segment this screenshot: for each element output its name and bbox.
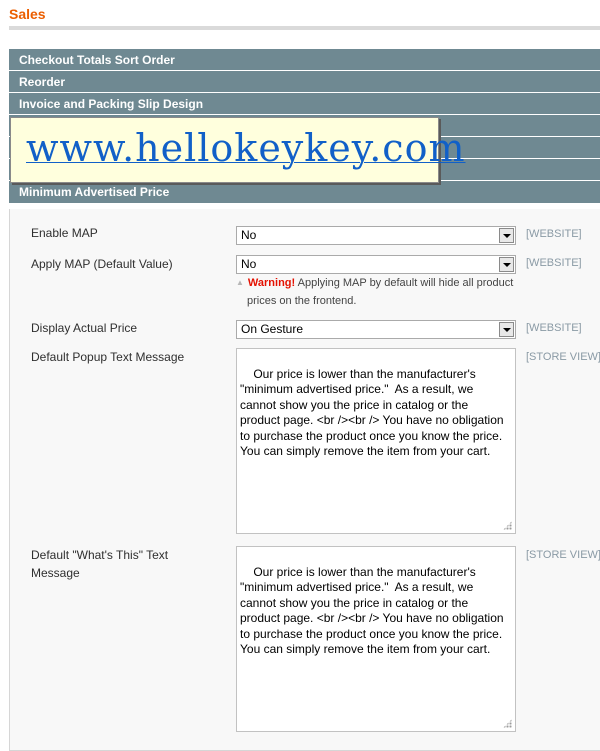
popup-text-label: Default Popup Text Message	[31, 350, 185, 364]
chevron-down-icon[interactable]	[499, 322, 514, 337]
section-invoice-packing-slip-design[interactable]: Invoice and Packing Slip Design	[9, 93, 600, 115]
display-actual-price-scope: [WEBSITE]	[526, 322, 582, 334]
enable-map-scope: [WEBSITE]	[526, 228, 582, 240]
whats-this-text-label: Default "What's This" Text Message	[31, 548, 169, 580]
resize-grip-icon[interactable]	[503, 521, 512, 530]
note-text-line2: prices on the frontend.	[247, 295, 357, 307]
popup-text-textarea[interactable]: Our price is lower than the manufacturer…	[236, 348, 516, 534]
enable-map-select[interactable]: No	[236, 226, 516, 245]
display-actual-price-select[interactable]: On Gesture	[236, 320, 516, 339]
whats-this-text-scope: [STORE VIEW]	[526, 549, 600, 561]
chevron-down-icon[interactable]	[499, 257, 514, 272]
popup-text-scope: [STORE VIEW]	[526, 351, 600, 363]
apply-map-scope: [WEBSITE]	[526, 257, 582, 269]
map-fieldset: Enable MAP No [WEBSITE] Apply MAP (Defau…	[9, 209, 600, 751]
display-actual-price-value: On Gesture	[241, 322, 304, 336]
apply-map-label: Apply MAP (Default Value)	[31, 257, 173, 271]
apply-map-note: ▲ Warning! Applying MAP by default will h…	[236, 274, 526, 310]
display-actual-price-label: Display Actual Price	[31, 321, 138, 335]
note-triangle-icon: ▲	[236, 278, 244, 287]
apply-map-value: No	[241, 257, 257, 271]
note-text-line1: Applying MAP by default will hide all pr…	[295, 277, 514, 289]
section-checkout-totals-sort-order[interactable]: Checkout Totals Sort Order	[9, 49, 600, 71]
whats-this-text-value: Our price is lower than the manufacturer…	[240, 564, 504, 657]
title-divider	[9, 26, 600, 30]
popup-text-value: Our price is lower than the manufacturer…	[240, 366, 504, 459]
whats-this-text-textarea[interactable]: Our price is lower than the manufacturer…	[236, 546, 516, 732]
enable-map-value: No	[241, 228, 257, 242]
resize-grip-icon[interactable]	[503, 719, 512, 728]
watermark-overlay: www.hellokeykey.com	[10, 117, 465, 183]
chevron-down-icon[interactable]	[499, 228, 514, 243]
note-warning-label: Warning!	[247, 277, 296, 289]
apply-map-select[interactable]: No	[236, 255, 516, 274]
section-reorder[interactable]: Reorder	[9, 71, 600, 93]
section-minimum-advertised-price[interactable]: Minimum Advertised Price	[9, 181, 600, 203]
page-title: Sales	[9, 6, 46, 22]
enable-map-label: Enable MAP	[31, 226, 98, 240]
